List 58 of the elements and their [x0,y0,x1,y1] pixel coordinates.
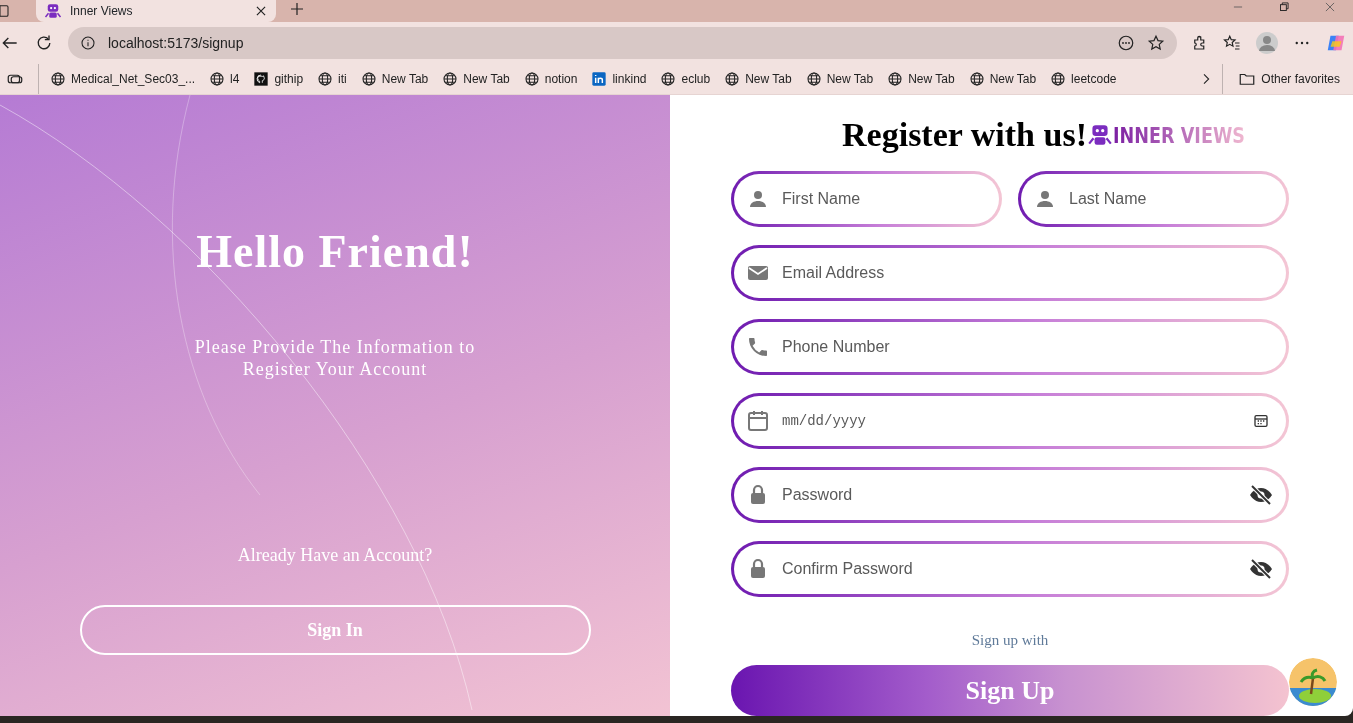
globe-icon [523,71,540,87]
input-field[interactable]: Last Name [1018,170,1289,227]
address-bar[interactable]: localhost:5173/signup [68,27,1177,59]
robot-icon [44,2,62,20]
bookmark[interactable]: iti [310,68,354,90]
globe-icon [360,71,377,87]
input-field[interactable]: Email Address [731,244,1289,301]
welcome-heading: Hello Friend! [196,225,474,279]
globe-icon [660,71,677,87]
globe-icon [1050,71,1067,87]
eye-slash-icon[interactable] [1249,556,1273,581]
close-tab-icon[interactable] [254,4,268,18]
bookmark[interactable]: New Tab [353,68,436,90]
calendar-picker-icon[interactable] [1253,412,1269,429]
input-field[interactable]: First Name [731,170,1002,227]
bookmark[interactable]: New Tab [717,68,799,90]
form-title: Register with us! [842,115,1087,155]
bookmark[interactable]: githip [246,68,311,90]
globe-icon [442,71,459,87]
globe-icon [887,71,904,87]
bookmark[interactable]: notion [516,68,585,90]
new-tab-icon[interactable] [288,0,306,18]
account-prompt: Already Have an Account? [237,544,433,567]
globe-icon [209,71,226,87]
date-field[interactable]: mm/dd/yyyy [731,392,1289,449]
globe-icon [317,71,334,87]
bookmark[interactable]: linkind [584,68,654,90]
bookmark[interactable]: New Tab [798,68,881,90]
eye-slash-icon[interactable] [1249,482,1273,507]
bookmark[interactable]: New Tab [880,68,962,90]
favorite-star-icon[interactable] [1147,34,1165,52]
globe-icon [724,71,741,87]
more-options-icon[interactable] [1117,34,1135,52]
profile-icon[interactable] [1255,31,1279,55]
browser-tab[interactable]: Inner Views [36,0,276,22]
globe-icon [968,71,985,87]
calendar-icon [746,408,770,433]
github-icon [253,71,270,87]
linkedin-icon [591,71,608,87]
sign-up-with-text: Sign up with [970,630,1050,650]
input-field[interactable]: Phone Number [731,318,1289,375]
welcome-message: Please Provide The Information to Register Your Account [193,336,477,380]
bookmark[interactable]: New Tab [961,68,1044,90]
bookmark[interactable]: eclub [653,68,718,90]
tab-title: Inner Views [70,3,134,20]
url-text: localhost:5173/signup [108,33,245,53]
globe-icon [805,71,822,87]
bookmark[interactable]: Medical_Net_Sec03_... [43,68,203,90]
input-field[interactable]: Confirm Password [731,540,1289,597]
bookmark[interactable]: leetcode [1043,68,1124,90]
bookmark[interactable]: l4 [202,68,247,90]
favorites-icon[interactable] [1223,34,1241,52]
bookmark[interactable]: New Tab [435,68,517,90]
other-favorites-folder[interactable]: Other favorites [1231,68,1347,90]
globe-icon [50,71,66,87]
island-avatar-icon[interactable] [1289,658,1337,706]
info-icon [80,35,96,51]
input-field[interactable]: Password [731,466,1289,523]
